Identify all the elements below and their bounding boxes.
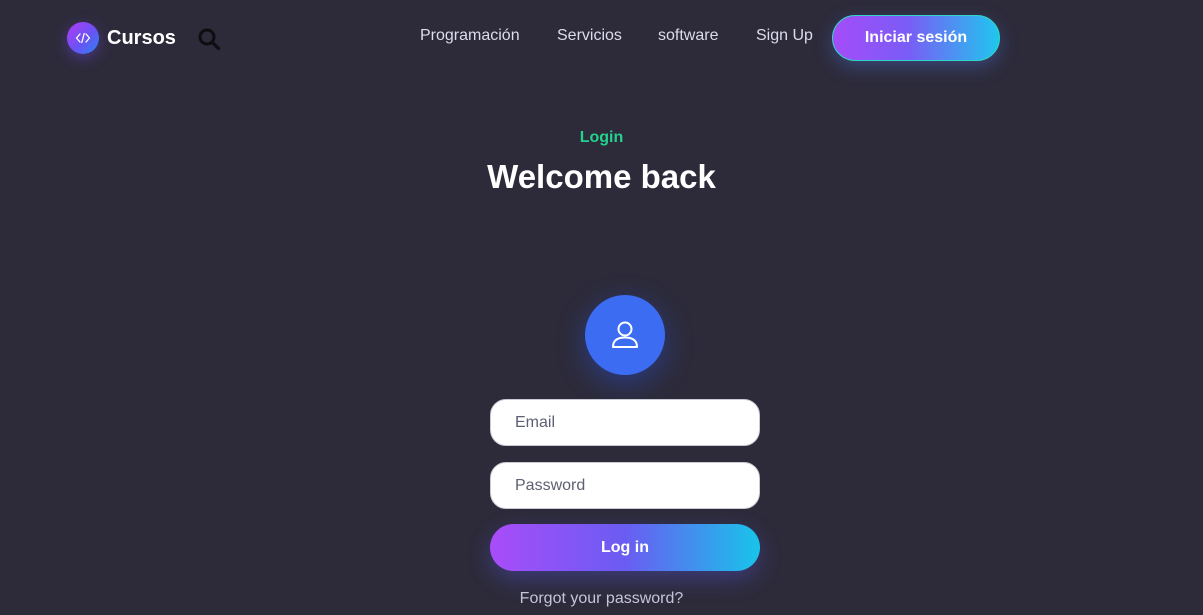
- user-icon: [585, 295, 665, 375]
- nav-link-sign-up[interactable]: Sign Up: [756, 25, 813, 47]
- login-button[interactable]: Log in: [490, 524, 760, 571]
- top-navbar: Cursos Programación Servicios software S…: [0, 0, 1203, 76]
- forgot-password-link[interactable]: Forgot your password?: [0, 590, 1203, 608]
- section-eyebrow: Login: [579, 129, 624, 146]
- main-nav: Programación Servicios software Sign Up: [0, 25, 1203, 47]
- nav-link-programacion[interactable]: Programación: [420, 25, 520, 47]
- nav-link-software[interactable]: software: [658, 25, 718, 47]
- page-title: Welcome back: [487, 158, 716, 195]
- email-field[interactable]: [490, 399, 760, 446]
- page: Cursos Programación Servicios software S…: [0, 0, 1203, 615]
- password-field[interactable]: [490, 462, 760, 509]
- iniciar-sesion-button[interactable]: Iniciar sesión: [832, 15, 1000, 61]
- nav-link-servicios[interactable]: Servicios: [557, 25, 622, 47]
